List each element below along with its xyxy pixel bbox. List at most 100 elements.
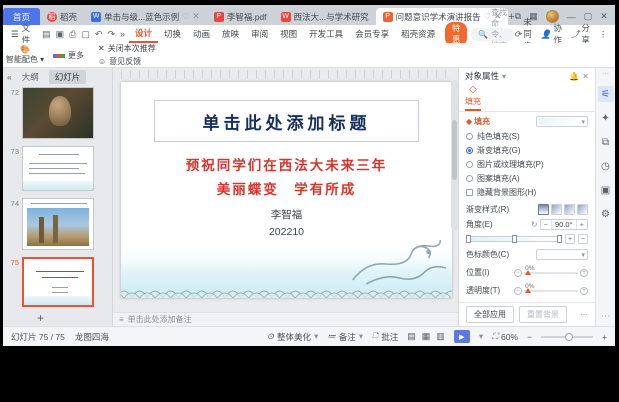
- pin-bell-icon[interactable]: 🔔: [569, 72, 579, 81]
- slides-tab[interactable]: 幻灯片: [49, 70, 87, 84]
- image-tool-icon[interactable]: ▣: [598, 182, 614, 198]
- feedback-button[interactable]: ☺ 意见反馈: [98, 56, 156, 67]
- fill-option-picture[interactable]: 图片或纹理填充(P): [466, 159, 588, 170]
- normal-view-icon[interactable]: ▤: [407, 331, 416, 342]
- tab-pdf[interactable]: P 李智福.pdf: [207, 8, 274, 25]
- angle-value[interactable]: 90.0°: [552, 220, 576, 229]
- gradient-radial-button[interactable]: [551, 204, 562, 215]
- close-panel-icon[interactable]: ✕: [582, 72, 589, 81]
- vertical-scrollbar[interactable]: [451, 80, 458, 230]
- apply-to-all-button[interactable]: 全部应用: [466, 306, 514, 323]
- menu-view[interactable]: 视图: [274, 26, 303, 42]
- slide-75-thumbnail-selected[interactable]: [22, 257, 94, 307]
- gradient-stop-handle[interactable]: [557, 235, 562, 243]
- gradient-path-button[interactable]: [577, 204, 588, 215]
- gradient-rect-button[interactable]: [564, 204, 575, 215]
- settings-gear-icon[interactable]: ⚙: [598, 206, 614, 222]
- gradient-linear-button[interactable]: [538, 204, 549, 215]
- stop-color-dropdown[interactable]: ▾: [536, 249, 588, 260]
- reading-view-icon[interactable]: ▥: [436, 331, 445, 342]
- more-menu-icon[interactable]: ⋮: [599, 29, 608, 40]
- panel-dropdown-icon[interactable]: ▾: [502, 72, 506, 81]
- fill-option-pattern[interactable]: 图案填充(A): [466, 173, 588, 184]
- close-tab-icon[interactable]: ✕: [192, 11, 200, 22]
- play-options-icon[interactable]: ▾: [479, 331, 483, 342]
- menu-animation[interactable]: 动画: [187, 26, 216, 42]
- output-icon[interactable]: ▣: [56, 29, 65, 40]
- tab-docer[interactable]: 稻 稻壳: [40, 8, 84, 25]
- redo-icon[interactable]: ↷: [107, 29, 115, 40]
- tab-document-1[interactable]: W 单击与级...蓝色示例 ♡ ✕: [84, 8, 207, 25]
- slide-sorter-view-icon[interactable]: ▦: [422, 331, 431, 342]
- command-search[interactable]: 🔍 查找命令、搜索模板: [471, 28, 514, 41]
- position-slider[interactable]: − 0% +: [514, 269, 588, 277]
- zoom-out-button[interactable]: −: [527, 332, 532, 342]
- fill-option-gradient[interactable]: 渐变填充(G): [466, 145, 588, 156]
- hide-background-checkbox[interactable]: 隐藏背景图形(H): [466, 187, 588, 198]
- notes-bar[interactable]: ≡ 单击此处添加备注: [113, 312, 458, 326]
- gradient-stop-handle[interactable]: [466, 235, 471, 243]
- print-icon[interactable]: ⎙: [69, 29, 76, 40]
- new-slide-button[interactable]: +: [37, 311, 44, 325]
- fill-color-dropdown[interactable]: ▾: [536, 116, 588, 127]
- object-properties-icon[interactable]: ⚟: [598, 86, 614, 102]
- gradient-stop-handle[interactable]: [512, 235, 517, 243]
- fill-option-solid[interactable]: 纯色填充(S): [466, 131, 588, 142]
- angle-spinner[interactable]: − 90.0° +: [540, 219, 588, 230]
- outline-tab[interactable]: 大纲: [16, 70, 45, 84]
- title-placeholder-box[interactable]: 单击此处添加标题: [154, 100, 419, 142]
- menu-slideshow[interactable]: 放映: [216, 26, 245, 42]
- zoom-in-button[interactable]: +: [602, 332, 607, 342]
- preview-icon[interactable]: ▢: [81, 29, 90, 40]
- transparency-slider[interactable]: − 0% +: [514, 287, 588, 295]
- gradient-track[interactable]: [466, 236, 562, 242]
- menu-transitions[interactable]: 切换: [158, 26, 187, 42]
- remove-gradient-stop-button[interactable]: −: [578, 234, 588, 244]
- menu-review[interactable]: 审阅: [245, 26, 274, 42]
- add-gradient-stop-button[interactable]: +: [565, 234, 575, 244]
- menu-devtools[interactable]: 开发工具: [303, 26, 349, 42]
- decrease-icon[interactable]: −: [514, 269, 522, 277]
- more-schemes-button[interactable]: 更多: [53, 50, 84, 61]
- angle-decrease-button[interactable]: −: [541, 220, 552, 229]
- increase-icon[interactable]: +: [580, 269, 588, 277]
- slider-handle[interactable]: [525, 270, 531, 275]
- slider-handle[interactable]: [525, 288, 531, 293]
- slide-74-thumbnail[interactable]: [22, 198, 94, 250]
- menu-docer-resources[interactable]: 稻壳资源: [395, 26, 441, 42]
- panel-more-dots-icon[interactable]: ⋯: [580, 310, 588, 319]
- zoom-fit-button[interactable]: ⛶ 60%: [492, 331, 518, 342]
- save-icon[interactable]: ▤: [42, 29, 51, 40]
- drag-handle-icon[interactable]: ⋯: [602, 70, 609, 78]
- close-recommendation-button[interactable]: ✕ 关闭本次推荐: [98, 43, 156, 54]
- tab-document-2[interactable]: W 西法大...与学术研究: [274, 8, 376, 25]
- clipboard-icon[interactable]: ⧉: [598, 134, 614, 150]
- decrease-icon[interactable]: −: [514, 287, 522, 295]
- comments-button[interactable]: 🗅 批注: [372, 330, 398, 344]
- angle-increase-button[interactable]: +: [576, 220, 587, 229]
- overflow-chevron-icon[interactable]: »: [120, 29, 125, 39]
- beautify-button[interactable]: ⊙ 整体美化▾: [267, 331, 318, 343]
- help-clock-icon[interactable]: ◷: [598, 158, 614, 174]
- fill-tab[interactable]: ◇ 填充: [465, 84, 481, 111]
- zoom-slider[interactable]: [541, 336, 593, 338]
- smart-color-button[interactable]: 🎨 智能配色 ▾: [3, 45, 47, 65]
- menu-design[interactable]: 设计: [129, 25, 158, 43]
- slide-73-thumbnail[interactable]: [22, 146, 94, 191]
- notes-toggle-button[interactable]: ≔ 备注▾: [327, 331, 363, 343]
- effects-star-icon[interactable]: ✦: [598, 110, 614, 126]
- menu-member[interactable]: 会员专享: [349, 26, 395, 42]
- favorite-icon[interactable]: ♡: [484, 12, 491, 21]
- tab-active-presentation[interactable]: P 问题意识学术演讲报告 ♡ ✕: [376, 8, 509, 25]
- gradient-stops-slider[interactable]: + −: [466, 234, 588, 244]
- slide-editor[interactable]: 单击此处添加标题 预祝同学们在西法大未来三年 美丽蝶变 学有所成 李智福 202…: [121, 82, 452, 298]
- slide-body-text[interactable]: 预祝同学们在西法大未来三年 美丽蝶变 学有所成: [121, 154, 452, 202]
- slide-72-thumbnail[interactable]: [22, 87, 94, 139]
- more-tools-icon[interactable]: ⋯: [601, 311, 611, 322]
- zoom-slider-handle[interactable]: [565, 333, 573, 341]
- reset-background-button[interactable]: 重置背景: [519, 306, 567, 323]
- increase-icon[interactable]: +: [580, 287, 588, 295]
- rotate-icon[interactable]: ↻: [531, 220, 538, 229]
- collapse-panel-icon[interactable]: «: [7, 72, 12, 82]
- play-slideshow-button[interactable]: ▶: [454, 330, 470, 343]
